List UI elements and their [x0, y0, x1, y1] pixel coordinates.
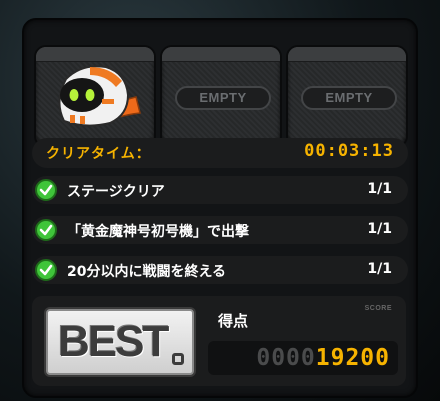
- score-value: 19200: [315, 345, 390, 371]
- clear-time-row: クリアタイム： 00:03:13: [32, 138, 408, 168]
- check-icon: [35, 259, 57, 281]
- unit-slot-1[interactable]: [34, 45, 156, 148]
- best-badge: BEST: [46, 309, 194, 375]
- mission-text: 20分以内に戦闘を終える: [67, 264, 227, 280]
- mission-row: 「黄金魔神号初号機」で出撃 1/1: [32, 216, 408, 244]
- mission-text: ステージクリア: [67, 184, 165, 200]
- unit-slot-2[interactable]: EMPTY: [160, 45, 282, 148]
- check-icon: [35, 179, 57, 201]
- slot-cap: [288, 47, 406, 62]
- score-label: 得点: [218, 312, 249, 330]
- mission-text: 「黄金魔神号初号機」で出撃: [67, 224, 249, 240]
- score-box: BEST 得点 SCORE 000019200: [32, 296, 406, 386]
- score-tag: SCORE: [364, 305, 392, 312]
- slot-cap: [162, 47, 280, 62]
- slot-cap: [36, 47, 154, 62]
- check-icon: [35, 219, 57, 241]
- empty-label: EMPTY: [301, 86, 397, 110]
- empty-label: EMPTY: [175, 86, 271, 110]
- robot-character-icon: [50, 61, 142, 131]
- unit-slot-3[interactable]: EMPTY: [286, 45, 408, 148]
- record-dot-icon: [172, 353, 184, 365]
- mission-row: 20分以内に戦闘を終える 1/1: [32, 256, 408, 284]
- clear-time-label: クリアタイム：: [46, 146, 151, 162]
- best-label: BEST: [58, 317, 169, 366]
- score-leading-zeros: 0000: [256, 345, 316, 371]
- mission-count: 1/1: [367, 181, 392, 197]
- clear-time-value: 00:03:13: [304, 141, 394, 161]
- mission-row: ステージクリア 1/1: [32, 176, 408, 204]
- mission-count: 1/1: [367, 261, 392, 277]
- score-display: 000019200: [208, 341, 398, 375]
- mission-count: 1/1: [367, 221, 392, 237]
